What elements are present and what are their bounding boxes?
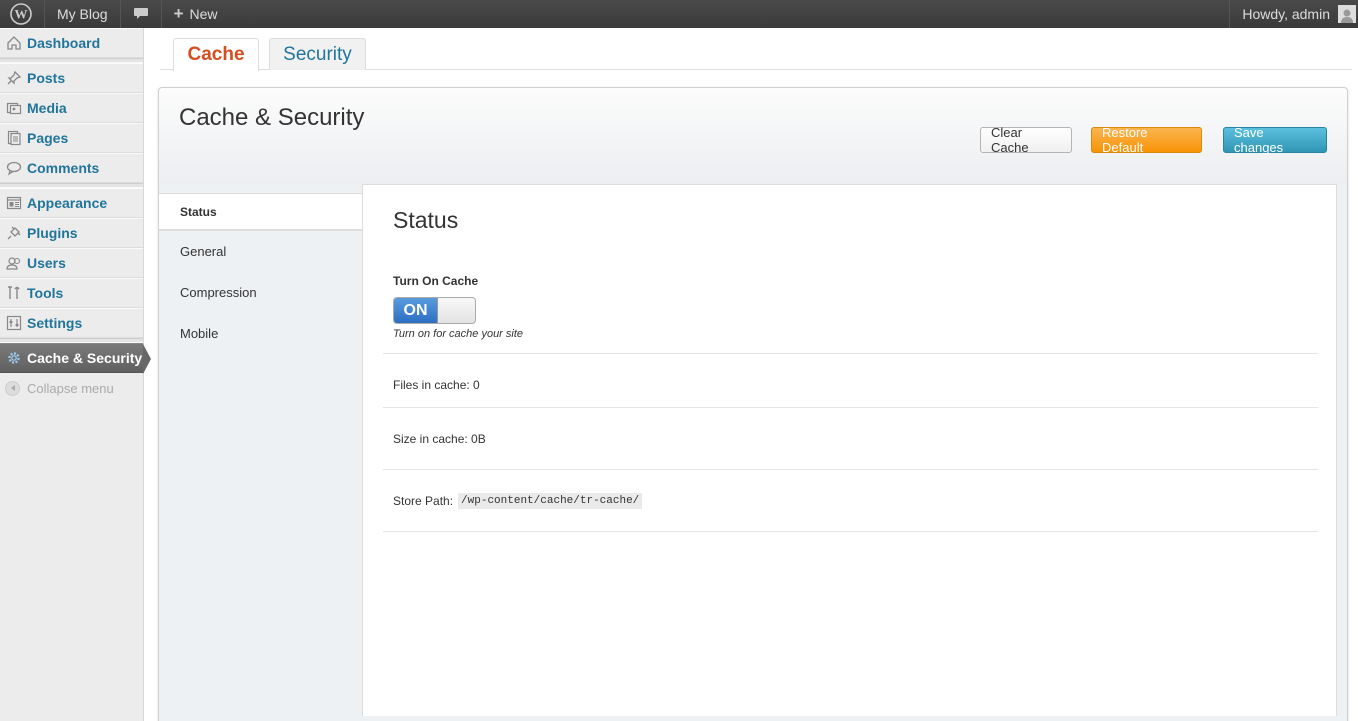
plugin-tabs: Cache Security — [160, 38, 1352, 71]
section-nav: Status General Compression Mobile — [159, 193, 362, 354]
admin-menu: Dashboard Posts Media Pages Comments App… — [0, 28, 151, 721]
comments-button[interactable] — [121, 0, 162, 28]
gear-icon — [5, 349, 23, 367]
menu-item-tools[interactable]: Tools — [0, 278, 143, 308]
menu-label: Comments — [27, 160, 100, 176]
nav-mobile[interactable]: Mobile — [159, 313, 362, 354]
plus-icon: + — [173, 4, 184, 23]
comment-bubble-icon — [133, 8, 148, 19]
settings-panel: Cache & Security Clear Cache Restore Def… — [158, 87, 1348, 721]
status-content: Status Turn On Cache ON Turn on for cach… — [362, 184, 1337, 716]
menu-label: Tools — [27, 285, 64, 301]
menu-item-dashboard[interactable]: Dashboard — [0, 28, 143, 58]
menu-label: Users — [27, 255, 66, 271]
menu-label: Dashboard — [27, 35, 101, 51]
store-path-label: Store Path: — [393, 493, 454, 508]
collapse-menu-button[interactable]: Collapse menu — [0, 373, 143, 403]
menu-item-comments[interactable]: Comments — [0, 153, 143, 183]
store-path-text: Store Path: /wp-content/cache/tr-cache/ — [393, 470, 643, 531]
tools-icon — [5, 284, 23, 302]
admin-bar: W My Blog + New Howdy, admin — [0, 0, 1358, 28]
wordpress-logo-icon: W — [10, 3, 32, 25]
settings-icon — [5, 314, 23, 332]
nav-status[interactable]: Status — [159, 193, 362, 231]
menu-item-pages[interactable]: Pages — [0, 123, 143, 153]
menu-label: Plugins — [27, 225, 78, 241]
tab-security[interactable]: Security — [269, 38, 366, 70]
pushpin-icon — [5, 69, 23, 87]
store-path-row: Store Path: /wp-content/cache/tr-cache/ — [383, 469, 1318, 531]
users-icon — [5, 254, 23, 272]
menu-item-cache-security[interactable]: Cache & Security — [0, 343, 151, 374]
menu-item-media[interactable]: Media — [0, 93, 143, 123]
user-silhouette-icon — [1341, 9, 1353, 23]
tab-cache[interactable]: Cache — [173, 38, 259, 71]
restore-default-button[interactable]: Restore Default — [1091, 125, 1202, 155]
row-divider — [383, 531, 1318, 532]
menu-label: Appearance — [27, 195, 108, 211]
size-in-cache-row: Size in cache: 0B — [383, 407, 1318, 469]
howdy-label: Howdy, admin — [1242, 6, 1330, 22]
collapse-menu-label: Collapse menu — [27, 380, 114, 396]
menu-item-plugins[interactable]: Plugins — [0, 218, 143, 248]
menu-item-posts[interactable]: Posts — [0, 63, 143, 93]
new-content-button[interactable]: + New — [162, 0, 230, 28]
menu-label: Posts — [27, 70, 66, 86]
files-in-cache-row: Files in cache: 0 — [383, 353, 1318, 415]
panel-title: Cache & Security — [179, 104, 365, 131]
section-heading: Status — [393, 207, 459, 233]
toggle-help-text: Turn on for cache your site — [393, 328, 524, 340]
store-path-value: /wp-content/cache/tr-cache/ — [458, 492, 643, 509]
nav-compression[interactable]: Compression — [159, 272, 362, 313]
menu-label: Pages — [27, 130, 69, 146]
menu-label: Media — [27, 100, 67, 116]
avatar — [1338, 5, 1356, 23]
account-menu[interactable]: Howdy, admin — [1229, 0, 1358, 28]
turn-on-cache-label: Turn On Cache — [393, 274, 479, 288]
save-changes-button[interactable]: Save changes — [1223, 125, 1327, 155]
appearance-icon — [5, 194, 23, 212]
dashboard-icon — [5, 34, 23, 52]
menu-item-users[interactable]: Users — [0, 248, 143, 278]
toggle-on-label: ON — [394, 298, 438, 323]
site-name-link[interactable]: My Blog — [45, 0, 121, 28]
collapse-arrow-icon — [5, 380, 20, 396]
pages-icon — [5, 129, 23, 147]
files-in-cache-text: Files in cache: 0 — [393, 377, 480, 392]
wordpress-logo-button[interactable]: W — [0, 0, 45, 28]
media-icon — [5, 99, 23, 117]
panel-header: Cache & Security Clear Cache Restore Def… — [159, 88, 1347, 184]
plugin-icon — [5, 224, 23, 242]
menu-item-settings[interactable]: Settings — [0, 308, 143, 338]
toggle-knob — [438, 298, 475, 323]
clear-cache-button[interactable]: Clear Cache — [980, 125, 1072, 155]
menu-item-appearance[interactable]: Appearance — [0, 188, 143, 218]
comment-icon — [5, 159, 23, 177]
new-label: New — [189, 6, 218, 22]
svg-text:W: W — [15, 7, 28, 22]
size-in-cache-text: Size in cache: 0B — [393, 431, 486, 446]
menu-label: Settings — [27, 315, 83, 331]
cache-toggle[interactable]: ON — [393, 297, 476, 324]
nav-general[interactable]: General — [159, 231, 362, 272]
menu-label: Cache & Security — [27, 350, 143, 366]
